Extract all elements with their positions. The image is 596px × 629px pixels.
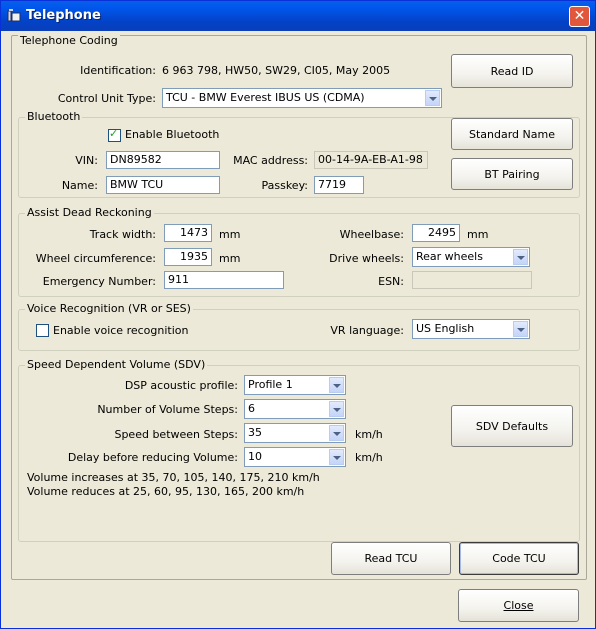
bluetooth-legend: Bluetooth xyxy=(25,110,83,123)
vr-language-label: VR language: xyxy=(330,324,404,337)
vr-language-select[interactable]: US English xyxy=(412,319,530,339)
dsp-profile-label: DSP acoustic profile: xyxy=(124,379,238,392)
track-width-unit: mm xyxy=(219,228,241,241)
wheelbase-label: Wheelbase: xyxy=(339,228,404,241)
delay-select[interactable]: 10 xyxy=(244,447,346,467)
track-width-label: Track width: xyxy=(89,228,156,241)
standard-name-button[interactable]: Standard Name xyxy=(451,118,573,150)
wheel-circumference-field[interactable]: 1935 xyxy=(164,248,212,266)
enable-bluetooth-checkbox[interactable] xyxy=(108,127,121,142)
esn-field xyxy=(412,271,532,289)
vin-field[interactable]: DN89582 xyxy=(106,151,220,169)
drive-wheels-label: Drive wheels: xyxy=(329,252,404,265)
read-id-button[interactable]: Read ID xyxy=(451,54,573,88)
wheelbase-field[interactable]: 2495 xyxy=(412,224,460,242)
telephone-app-icon xyxy=(7,9,21,22)
speed-steps-label: Speed between Steps: xyxy=(114,428,238,441)
main-panel: Telephone Coding Identification: 6 963 7… xyxy=(11,34,587,580)
chevron-down-icon[interactable] xyxy=(329,377,344,393)
emergency-number-label: Emergency Number: xyxy=(42,275,156,288)
telephone-coding-legend: Telephone Coding xyxy=(18,34,120,47)
vr-language-value: US English xyxy=(416,322,475,335)
bt-name-field[interactable]: BMW TCU xyxy=(106,176,220,194)
delay-unit: km/h xyxy=(355,451,383,464)
delay-label: Delay before reducing Volume: xyxy=(67,451,238,464)
wheel-circumference-unit: mm xyxy=(219,252,241,265)
drive-wheels-select[interactable]: Rear wheels xyxy=(412,247,530,267)
dsp-profile-value: Profile 1 xyxy=(248,378,293,391)
assist-dead-reckoning-legend: Assist Dead Reckoning xyxy=(25,206,154,219)
dsp-profile-select[interactable]: Profile 1 xyxy=(244,375,346,395)
chevron-down-icon[interactable] xyxy=(513,321,528,337)
read-tcu-button[interactable]: Read TCU xyxy=(331,542,451,575)
passkey-label: Passkey: xyxy=(261,179,308,192)
esn-label: ESN: xyxy=(378,275,404,288)
identification-label: Identification: xyxy=(80,64,156,77)
chevron-down-icon[interactable] xyxy=(329,401,344,417)
speed-steps-select[interactable]: 35 xyxy=(244,423,346,443)
control-unit-label: Control Unit Type: xyxy=(57,92,156,105)
chevron-down-icon[interactable] xyxy=(329,425,344,441)
speed-steps-value: 35 xyxy=(248,426,262,439)
volume-steps-value: 6 xyxy=(248,402,255,415)
telephone-window: Telephone ✕ Telephone Coding Identificat… xyxy=(0,0,596,629)
code-tcu-button[interactable]: Code TCU xyxy=(459,542,579,575)
title-bar[interactable]: Telephone ✕ xyxy=(1,1,595,31)
enable-voice-recognition-checkbox[interactable] xyxy=(36,324,49,337)
close-button[interactable]: Close xyxy=(458,589,579,622)
enable-voice-recognition-label[interactable]: Enable voice recognition xyxy=(53,324,188,337)
chevron-down-icon[interactable] xyxy=(329,449,344,465)
drive-wheels-value: Rear wheels xyxy=(416,250,483,263)
vin-label: VIN: xyxy=(75,154,98,167)
identification-value: 6 963 798, HW50, SW29, CI05, May 2005 xyxy=(162,64,391,77)
close-window-icon[interactable]: ✕ xyxy=(569,6,590,27)
wheelbase-unit: mm xyxy=(467,228,489,241)
voice-recognition-legend: Voice Recognition (VR or SES) xyxy=(25,302,193,315)
control-unit-value: TCU - BMW Everest IBUS US (CDMA) xyxy=(166,91,365,104)
mac-address-field: 00-14-9A-EB-A1-98 xyxy=(314,151,428,169)
name-label: Name: xyxy=(61,179,98,192)
sdv-defaults-button[interactable]: SDV Defaults xyxy=(451,405,573,447)
volume-steps-select[interactable]: 6 xyxy=(244,399,346,419)
track-width-field[interactable]: 1473 xyxy=(164,224,212,242)
window-title: Telephone xyxy=(26,8,101,23)
volume-increase-text: Volume increases at 35, 70, 105, 140, 17… xyxy=(27,471,320,484)
emergency-number-field[interactable]: 911 xyxy=(164,271,284,289)
mac-address-label: MAC address: xyxy=(233,154,308,167)
delay-value: 10 xyxy=(248,450,262,463)
bt-pairing-button[interactable]: BT Pairing xyxy=(451,158,573,190)
wheel-circumference-label: Wheel circumference: xyxy=(35,252,156,265)
control-unit-select[interactable]: TCU - BMW Everest IBUS US (CDMA) xyxy=(162,88,442,108)
close-button-label: Close xyxy=(503,599,534,612)
chevron-down-icon[interactable] xyxy=(513,249,528,265)
passkey-field[interactable]: 7719 xyxy=(314,176,364,194)
volume-reduce-text: Volume reduces at 25, 60, 95, 130, 165, … xyxy=(27,485,305,498)
speed-steps-unit: km/h xyxy=(355,428,383,441)
chevron-down-icon[interactable] xyxy=(425,90,440,106)
volume-steps-label: Number of Volume Steps: xyxy=(97,403,238,416)
enable-bluetooth-label[interactable]: Enable Bluetooth xyxy=(125,128,219,141)
sdv-legend: Speed Dependent Volume (SDV) xyxy=(25,358,208,371)
